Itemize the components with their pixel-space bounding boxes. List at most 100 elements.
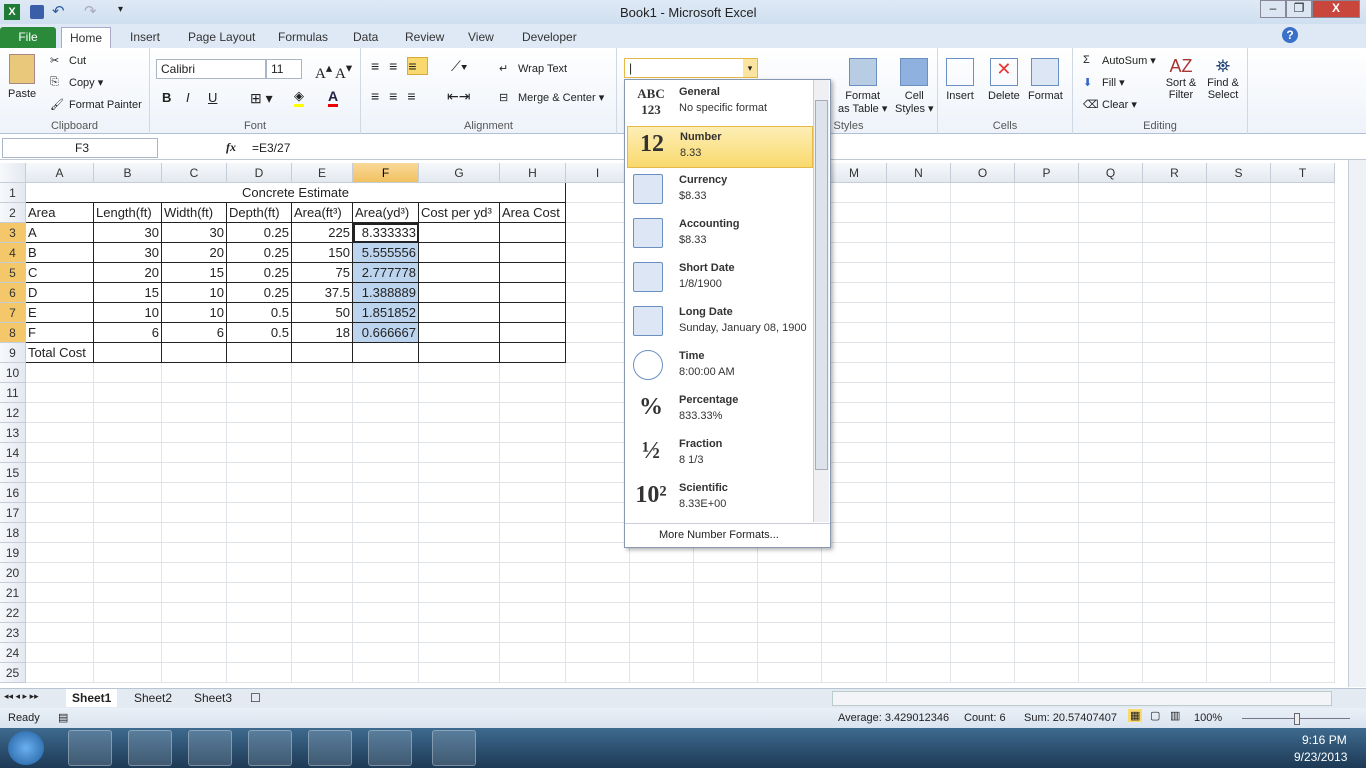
cell[interactable] [500, 343, 566, 363]
cell[interactable] [162, 383, 227, 403]
grow-font-button[interactable]: A▴ A▾ [315, 60, 352, 83]
cell[interactable]: 30 [162, 223, 227, 243]
redo-icon[interactable]: ↷ [84, 2, 97, 20]
normal-view-button[interactable]: ▦ [1128, 709, 1143, 722]
cell[interactable] [1015, 583, 1079, 603]
cell[interactable] [94, 463, 162, 483]
cell[interactable] [630, 643, 694, 663]
cell[interactable] [1207, 263, 1271, 283]
cell[interactable] [1015, 483, 1079, 503]
cell[interactable] [292, 623, 353, 643]
cell[interactable] [292, 523, 353, 543]
cell[interactable] [887, 623, 951, 643]
cell[interactable] [353, 363, 419, 383]
cell[interactable] [1143, 363, 1207, 383]
cell[interactable] [500, 643, 566, 663]
cell[interactable] [822, 303, 887, 323]
format-painter-button[interactable]: 🖌 Format Painter [50, 98, 142, 112]
cell[interactable] [566, 343, 630, 363]
cell[interactable] [353, 483, 419, 503]
cell[interactable] [500, 383, 566, 403]
cell[interactable] [1207, 523, 1271, 543]
cell[interactable] [94, 603, 162, 623]
tab-file[interactable]: File [0, 27, 56, 48]
row-header[interactable]: 18 [0, 523, 26, 543]
cell[interactable] [94, 443, 162, 463]
cell[interactable] [1271, 363, 1335, 383]
cell[interactable] [419, 483, 500, 503]
cell[interactable] [1143, 403, 1207, 423]
cell[interactable] [822, 283, 887, 303]
cell[interactable]: 8.333333 [353, 223, 419, 243]
cell[interactable] [630, 603, 694, 623]
row-header[interactable]: 23 [0, 623, 26, 643]
cell[interactable] [419, 643, 500, 663]
cell[interactable] [822, 583, 887, 603]
cell[interactable] [1079, 463, 1143, 483]
cell[interactable]: 2.777778 [353, 263, 419, 283]
cell[interactable] [758, 643, 822, 663]
cell[interactable] [292, 583, 353, 603]
row-header[interactable]: 15 [0, 463, 26, 483]
cell[interactable] [500, 443, 566, 463]
column-header[interactable]: N [887, 163, 951, 183]
cell[interactable] [1207, 423, 1271, 443]
cell[interactable] [26, 523, 94, 543]
cell[interactable] [26, 643, 94, 663]
format-option-currency[interactable]: Currency $8.33 [627, 170, 813, 212]
cell[interactable] [822, 263, 887, 283]
cell[interactable] [887, 203, 951, 223]
cell[interactable] [1207, 663, 1271, 683]
column-header[interactable]: H [500, 163, 566, 183]
cell[interactable] [94, 523, 162, 543]
cell[interactable] [951, 663, 1015, 683]
cell[interactable] [822, 203, 887, 223]
cell[interactable]: 15 [94, 283, 162, 303]
row-header[interactable]: 13 [0, 423, 26, 443]
cell[interactable] [500, 603, 566, 623]
column-header[interactable]: T [1271, 163, 1335, 183]
cell[interactable] [1079, 323, 1143, 343]
number-format-select[interactable]: | ▾ [624, 58, 758, 78]
cell[interactable] [887, 523, 951, 543]
cell[interactable] [1015, 643, 1079, 663]
format-option-fraction[interactable]: ½ Fraction 8 1/3 [627, 434, 813, 476]
help-icon[interactable]: ? [1282, 27, 1298, 43]
cell[interactable] [758, 623, 822, 643]
cell[interactable] [292, 403, 353, 423]
wrap-text-button[interactable]: ↵ Wrap Text [499, 62, 567, 76]
cell[interactable] [419, 603, 500, 623]
cell[interactable] [292, 663, 353, 683]
cell[interactable] [227, 543, 292, 563]
cell[interactable] [26, 583, 94, 603]
cell[interactable] [566, 263, 630, 283]
cell[interactable] [1015, 603, 1079, 623]
cell[interactable] [951, 343, 1015, 363]
cell[interactable] [353, 543, 419, 563]
minimize-button[interactable]: – [1260, 0, 1286, 18]
cell[interactable] [1015, 323, 1079, 343]
clock-time[interactable]: 9:16 PM [1302, 733, 1347, 747]
cell[interactable] [1207, 543, 1271, 563]
row-header[interactable]: 2 [0, 203, 26, 223]
cell[interactable] [887, 343, 951, 363]
cell[interactable] [1079, 503, 1143, 523]
cell[interactable] [630, 663, 694, 683]
cell[interactable] [1079, 343, 1143, 363]
cell[interactable] [1207, 403, 1271, 423]
cell[interactable] [951, 603, 1015, 623]
cell[interactable] [353, 423, 419, 443]
cell[interactable] [419, 303, 500, 323]
cell[interactable] [887, 183, 951, 203]
cell[interactable] [566, 423, 630, 443]
save-icon[interactable] [30, 5, 44, 19]
cell[interactable]: 15 [162, 263, 227, 283]
sheet-nav-arrows[interactable]: ◂◂ ◂ ▸ ▸▸ [4, 691, 39, 702]
cell[interactable] [1207, 643, 1271, 663]
row-header[interactable]: 4 [0, 243, 26, 263]
cell[interactable] [822, 363, 887, 383]
cell[interactable] [822, 183, 887, 203]
cell[interactable] [1015, 423, 1079, 443]
cell[interactable] [353, 623, 419, 643]
cell[interactable]: 0.666667 [353, 323, 419, 343]
